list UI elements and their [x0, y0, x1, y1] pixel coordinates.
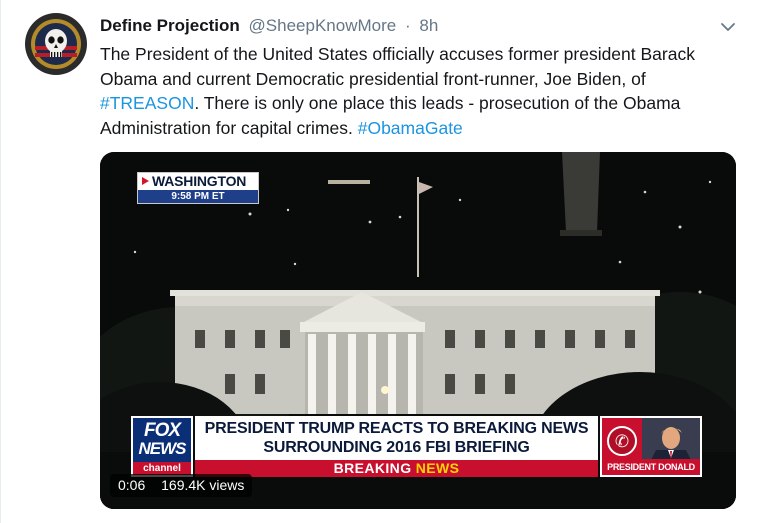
logo-line1: FOX: [143, 420, 181, 441]
caller-photo: [642, 418, 700, 462]
chevron-down-icon: [721, 23, 735, 31]
tweet-menu-button[interactable]: [717, 16, 739, 38]
breaking-news-bar: BREAKING NEWS: [195, 460, 598, 477]
video-stats-overlay: 0:06 169.4K views: [110, 474, 253, 497]
channel-logo: FOX NEWS channel: [131, 416, 193, 477]
hashtag-obamagate-link[interactable]: #ObamaGate: [358, 118, 463, 138]
caller-label: PRESIDENT DONALD TRUMP: [602, 459, 700, 475]
skull-avatar-icon: [26, 14, 86, 74]
view-count: 169.4K views: [161, 477, 245, 493]
tweet-text-part: The President of the United States offic…: [100, 44, 695, 89]
headline-line2: SURROUNDING 2016 FBI BRIEFING: [263, 439, 530, 456]
news-headline: PRESIDENT TRUMP REACTS TO BREAKING NEWS …: [195, 416, 598, 460]
location-label: WASHINGTON: [138, 173, 258, 190]
location-time: 9:58 PM ET: [138, 190, 258, 203]
news-lower-third: FOX NEWS channel PRESIDENT TRUMP REACTS …: [131, 416, 702, 477]
headline-line1: PRESIDENT TRUMP REACTS TO BREAKING NEWS: [204, 420, 589, 437]
breaking-word: BREAKING: [333, 460, 412, 476]
phone-icon: ✆: [607, 426, 637, 456]
hashtag-treason-link[interactable]: #TREASON: [100, 93, 194, 113]
tweet-header: Define Projection @SheepKnowMore · 8h: [100, 15, 438, 37]
location-text: WASHINGTON: [152, 173, 247, 189]
tweet-card[interactable]: Define Projection @SheepKnowMore · 8h Th…: [0, 0, 759, 523]
caller-portrait-icon: [642, 418, 700, 462]
play-arrow-icon: [142, 177, 149, 185]
caller-box: ✆ PRESIDENT DONALD TRUMP: [600, 416, 702, 477]
logo-line2: NEWS: [138, 439, 187, 458]
video-elapsed-time: 0:06: [118, 477, 146, 493]
tweet-timestamp[interactable]: 8h: [419, 16, 438, 35]
profile-avatar[interactable]: [25, 13, 87, 75]
user-handle[interactable]: @SheepKnowMore: [249, 16, 397, 35]
video-player[interactable]: WASHINGTON 9:58 PM ET FOX NEWS channel P…: [100, 152, 736, 509]
separator-dot: ·: [404, 16, 411, 35]
tweet-text: The President of the United States offic…: [100, 42, 740, 140]
news-word: NEWS: [415, 460, 460, 476]
display-name[interactable]: Define Projection: [100, 16, 240, 35]
location-badge: WASHINGTON 9:58 PM ET: [137, 172, 259, 204]
